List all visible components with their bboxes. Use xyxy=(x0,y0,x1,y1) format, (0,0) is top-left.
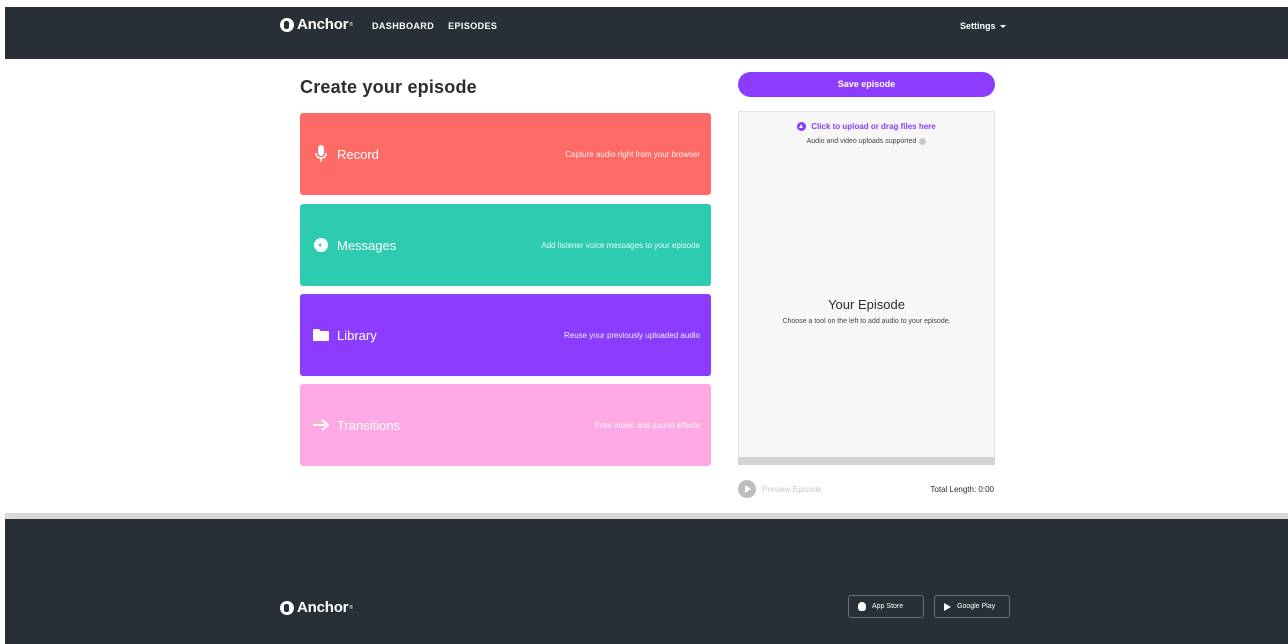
anchor-logo-icon xyxy=(280,600,294,615)
app-store-button[interactable]: App Store xyxy=(848,595,924,618)
preview-label: Preview Episode xyxy=(762,484,822,494)
upload-link-row[interactable]: Click to upload or drag files here xyxy=(739,122,994,131)
top-nav xyxy=(5,7,1288,59)
google-play-icon xyxy=(944,602,951,611)
main-nav: DASHBOARD EPISODES xyxy=(372,21,497,31)
settings-menu[interactable]: Settings xyxy=(960,21,1006,31)
messages-description: Add listener voice messages to your epis… xyxy=(541,240,700,250)
arrow-right-icon xyxy=(311,415,331,435)
app-store-label: App Store xyxy=(872,603,904,610)
info-icon[interactable] xyxy=(919,138,927,145)
anchor-logo-icon xyxy=(280,17,294,32)
transitions-tool-button[interactable]: Transitions Free music and sound effects xyxy=(300,384,711,466)
brand-name: Anchor xyxy=(297,16,349,33)
brand-trademark: ® xyxy=(349,21,353,28)
google-play-label: Google Play xyxy=(957,603,996,610)
messages-label: Messages xyxy=(337,237,397,253)
folder-icon xyxy=(311,325,331,345)
preview-episode-button[interactable]: Preview Episode xyxy=(738,480,822,498)
nav-dashboard-link[interactable]: DASHBOARD xyxy=(372,21,434,31)
message-icon xyxy=(311,235,331,255)
upload-link[interactable]: Click to upload or drag files here xyxy=(811,122,935,131)
episode-title: Your Episode xyxy=(828,297,905,312)
library-tool-button[interactable]: Library Reuse your previously uploaded a… xyxy=(300,294,711,376)
google-play-button[interactable]: Google Play xyxy=(934,595,1010,618)
save-episode-button[interactable]: Save episode xyxy=(738,72,995,97)
episode-hint: Choose a tool on the left to add audio t… xyxy=(782,318,951,325)
footer xyxy=(5,519,1288,644)
footer-brand-trademark: ® xyxy=(349,604,353,611)
upload-note-text: Audio and video uploads supported xyxy=(806,138,917,145)
upload-note: Audio and video uploads supported xyxy=(739,138,994,145)
play-icon xyxy=(738,480,756,498)
nav-episodes-link[interactable]: EPISODES xyxy=(448,21,497,31)
upload-icon xyxy=(797,122,807,131)
footer-brand-name: Anchor xyxy=(297,599,349,616)
episode-dropzone[interactable]: Click to upload or drag files here Audio… xyxy=(738,111,995,465)
total-length: Total Length: 0:00 xyxy=(930,485,994,494)
record-tool-button[interactable]: Record Capture audio right from your bro… xyxy=(300,113,711,195)
library-description: Reuse your previously uploaded audio xyxy=(563,330,700,340)
microphone-icon xyxy=(311,144,331,164)
footer-anchor-logo[interactable]: Anchor ® xyxy=(280,599,353,616)
anchor-logo[interactable]: Anchor ® xyxy=(280,16,353,33)
record-label: Record xyxy=(337,146,379,162)
record-description: Capture audio right from your browser xyxy=(565,149,700,159)
episode-timeline-bar xyxy=(738,457,995,465)
messages-tool-button[interactable]: Messages Add listener voice messages to … xyxy=(300,204,711,286)
transitions-description: Free music and sound effects xyxy=(595,420,700,430)
settings-label: Settings xyxy=(960,21,996,31)
page-title: Create your episode xyxy=(300,77,477,97)
apple-icon xyxy=(858,602,866,611)
chevron-down-icon xyxy=(999,25,1006,28)
library-label: Library xyxy=(337,327,377,343)
transitions-label: Transitions xyxy=(337,417,401,433)
